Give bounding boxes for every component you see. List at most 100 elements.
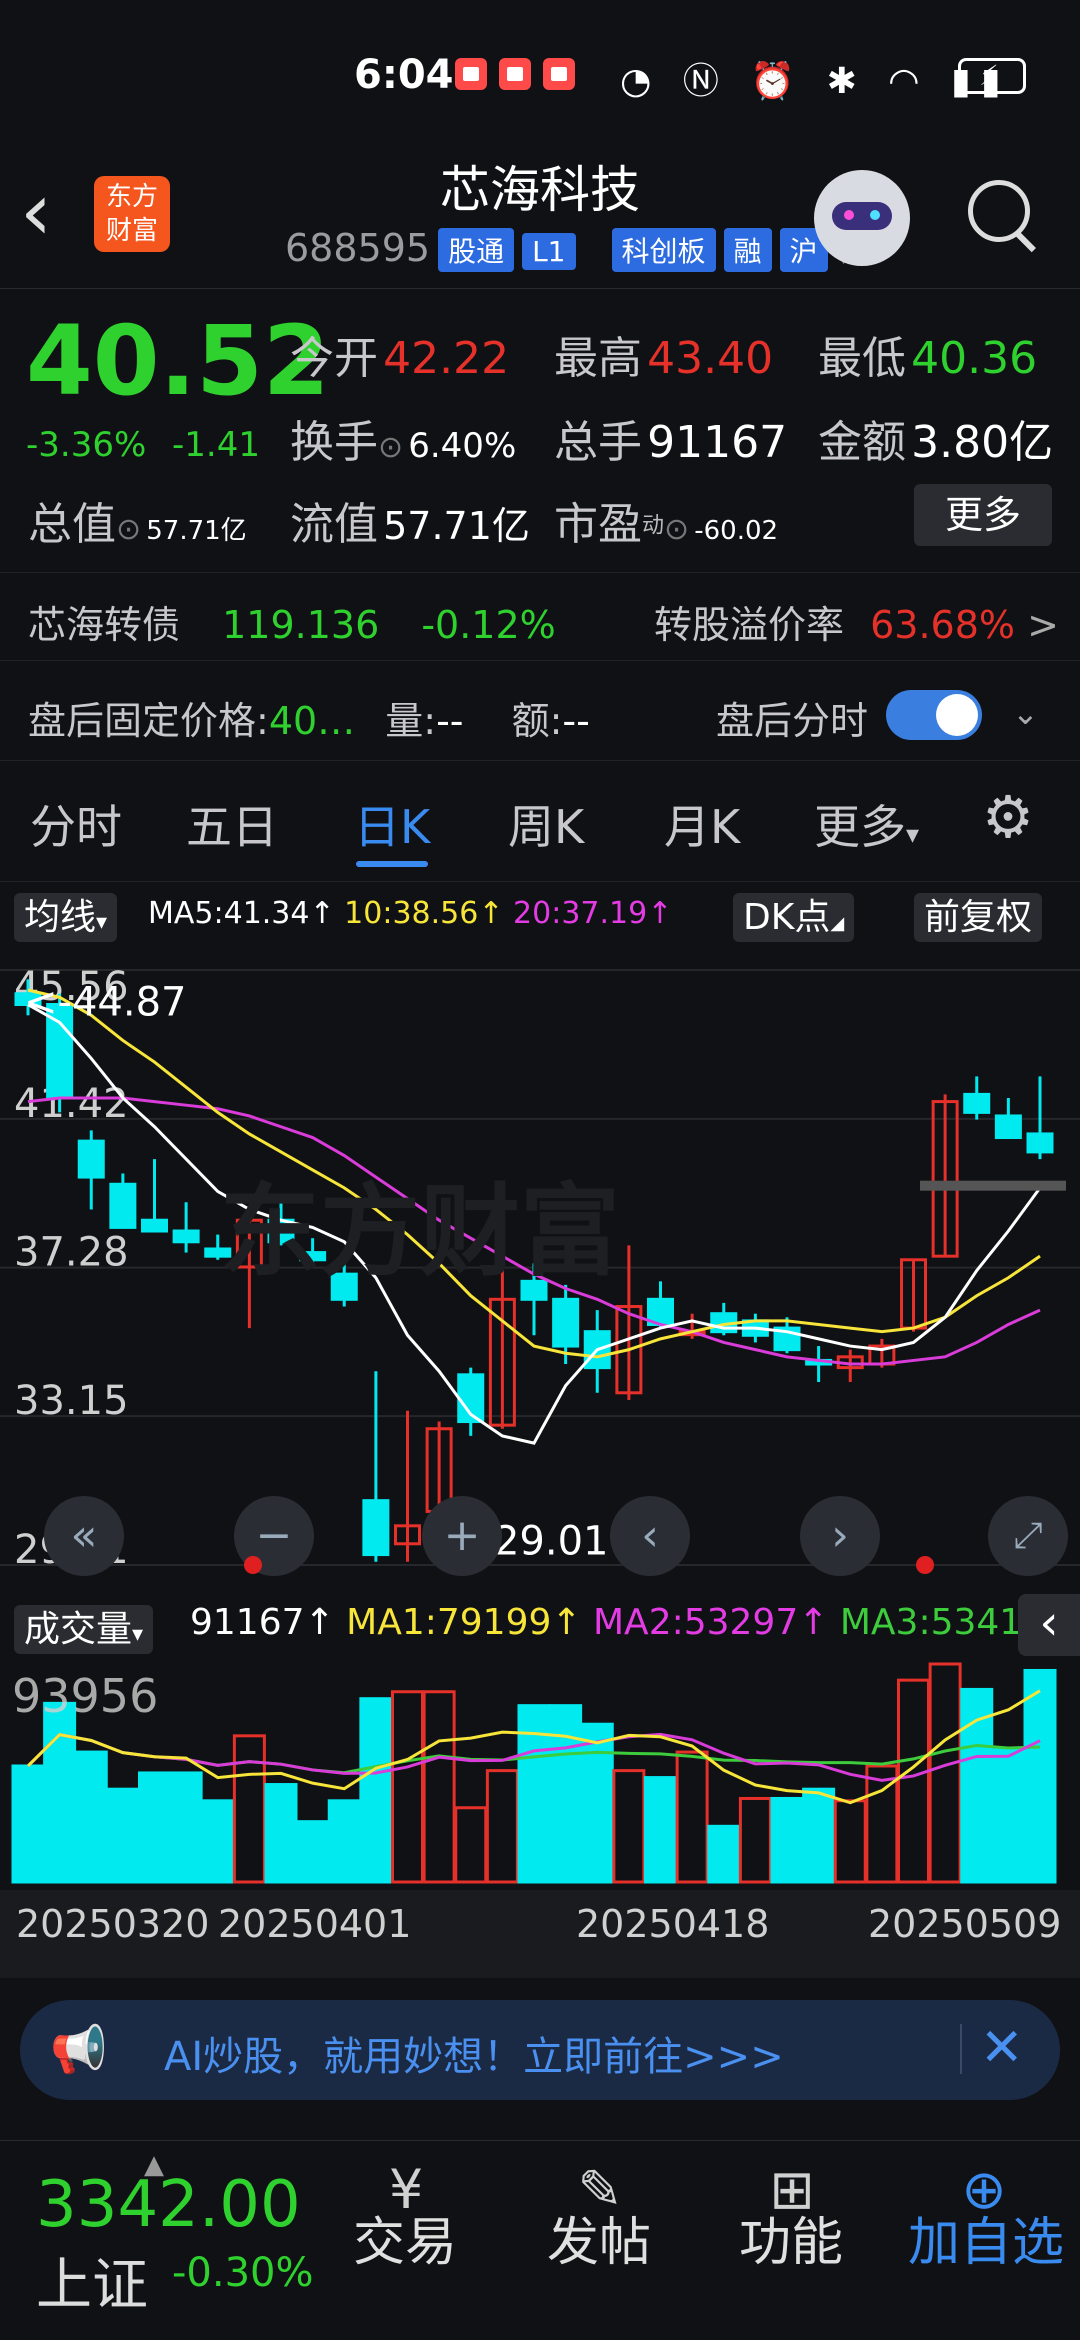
chart-tabs: 分时 五日 日K 周K 月K 更多▾ ⚙ [0, 760, 1080, 882]
next-button[interactable]: › [800, 1496, 880, 1576]
candle-body [362, 1499, 390, 1557]
volume-bar [296, 1820, 330, 1884]
volume-bar [549, 1704, 583, 1884]
volume-bar [991, 1748, 1025, 1884]
notification-icon [455, 58, 487, 90]
banner-text: AI炒股，就用妙想！立即前往>>> [164, 2034, 784, 2080]
tab-five-day[interactable]: 五日 [186, 791, 278, 857]
volume-bar [612, 1769, 646, 1884]
collapse-panel-button[interactable]: ‹ [1018, 1594, 1080, 1656]
volume-bar [11, 1764, 45, 1884]
chevron-right-icon: > [1027, 603, 1059, 647]
tab-monthly-k[interactable]: 月K [664, 791, 740, 857]
volume-bar [391, 1690, 424, 1884]
volume-bar [43, 1701, 77, 1884]
afterhours-toggle-label: 盘后分时 [716, 699, 869, 743]
divider [960, 2024, 962, 2074]
kline-chart[interactable]: 45.5641.4237.2833.1529.01<-44.87<-29.01 [0, 940, 1080, 1590]
candle-body [1026, 1132, 1054, 1154]
status-time: 6:04 [354, 52, 454, 98]
volume-selector[interactable]: 成交量▾ [14, 1600, 154, 1654]
volume-bar [232, 1734, 266, 1884]
volume-bar [1023, 1668, 1057, 1884]
tab-weekly-k[interactable]: 周K [508, 791, 584, 857]
volume-field: 总手 91167 [554, 417, 788, 468]
volume-bar [675, 1750, 709, 1884]
tab-more[interactable]: 更多▾ [814, 791, 919, 857]
turnover-field: 换手⊙ 6.40% [290, 417, 517, 468]
battery-icon: ⚡ [958, 58, 1026, 94]
robot-icon[interactable] [814, 170, 910, 266]
candle-body [77, 1139, 105, 1179]
index-change[interactable]: -0.30% [172, 2250, 314, 2296]
ma-selector[interactable]: 均线▾ [14, 888, 118, 942]
fullscreen-button[interactable]: ⤢ [988, 1496, 1068, 1576]
index-name[interactable]: 上证 [36, 2240, 148, 2321]
tab-intraday[interactable]: 分时 [30, 791, 122, 857]
more-button[interactable]: 更多 [914, 484, 1052, 546]
candle-body [172, 1229, 200, 1244]
status-bar: 6:04 ◔ Ⓝ ⏰ ✱ ◠ ▮▮ ⚡ [0, 0, 1080, 150]
expand-icon: ⤢ [1013, 1515, 1043, 1556]
divider [0, 2140, 1080, 2141]
search-icon[interactable] [968, 180, 1036, 253]
volume-chart[interactable]: 93956 [0, 1660, 1080, 1890]
volume-bar [580, 1722, 614, 1884]
high-field: 最高 43.40 [554, 333, 774, 384]
fast-back-button[interactable]: « [44, 1496, 124, 1576]
date-label: 20250320 [16, 1902, 210, 1946]
status-icons: ◔ Ⓝ ⏰ ✱ ◠ ▮▮ [620, 61, 1011, 102]
volume-bar [264, 1783, 298, 1884]
chevron-down-icon[interactable]: ⌄ [1012, 694, 1039, 732]
date-label: 20250509 [868, 1902, 1062, 1946]
nav-trade[interactable]: 交易 [330, 2200, 480, 2275]
volume-bar [802, 1787, 836, 1884]
prev-button[interactable]: ‹ [610, 1496, 690, 1576]
volume-bar [422, 1690, 456, 1884]
premium-row[interactable]: 转股溢价率 63.68% > [654, 594, 1059, 649]
volume-bar [454, 1806, 488, 1884]
event-dot [244, 1556, 262, 1574]
volume-bar [897, 1678, 930, 1884]
adjust-button[interactable]: 前复权 [914, 888, 1043, 942]
volume-bar [644, 1776, 677, 1884]
zoom-in-button[interactable]: + [422, 1496, 502, 1576]
minus-icon: − [255, 1510, 293, 1561]
convertible-bond-row[interactable]: 芯海转债 119.136 -0.12% [28, 594, 556, 649]
index-value[interactable]: 3342.00 [36, 2168, 301, 2242]
volume-bar [770, 1796, 804, 1884]
tag-l1: L1 [522, 233, 576, 270]
volume-bar [169, 1771, 203, 1884]
afterhours-row: 盘后固定价格:40… 量:-- 额:-- [28, 699, 590, 743]
afterhours-toggle[interactable] [886, 690, 982, 740]
notification-icons [455, 58, 587, 94]
candle-body [994, 1114, 1022, 1140]
nav-add-watchlist[interactable]: 加自选 [892, 2200, 1080, 2275]
plus-icon: + [443, 1510, 481, 1561]
chevron-left-icon: ‹ [1039, 1595, 1059, 1651]
divider [0, 572, 1080, 573]
volume-bar [201, 1799, 235, 1884]
max-marker: <-44.87 [24, 979, 186, 1025]
date-label: 20250401 [218, 1902, 412, 1946]
tag-margin: 融 [723, 228, 772, 272]
gear-icon[interactable]: ⚙ [982, 783, 1034, 851]
stock-title: 芯海科技 [440, 161, 640, 219]
ma-legend: MA5:41.34↑ 10:38.56↑ 20:37.19↑ [148, 896, 673, 931]
low-field: 最低 40.36 [818, 333, 1038, 384]
dk-point-button[interactable]: DK点◢ [733, 888, 855, 942]
close-icon[interactable]: ✕ [980, 2018, 1024, 2078]
ai-banner[interactable]: 📢 AI炒股，就用妙想！立即前往>>> ✕ [20, 2000, 1060, 2100]
date-axis: 20250320 20250401 20250418 20250509 [0, 1890, 1080, 1978]
nav-post[interactable]: 发帖 [524, 2200, 674, 2275]
double-chevron-left-icon: « [70, 1510, 98, 1561]
notification-icon [543, 58, 575, 90]
candle-body [299, 1251, 327, 1262]
candle-body [330, 1272, 358, 1301]
y-tick-label: 37.28 [14, 1230, 129, 1276]
candle-body [552, 1297, 580, 1348]
mktcap-field: 总值⊙ 57.71亿 [28, 499, 247, 550]
volume-max-label: 93956 [12, 1669, 158, 1723]
tab-daily-k[interactable]: 日K [354, 791, 430, 857]
nav-functions[interactable]: 功能 [716, 2200, 866, 2275]
